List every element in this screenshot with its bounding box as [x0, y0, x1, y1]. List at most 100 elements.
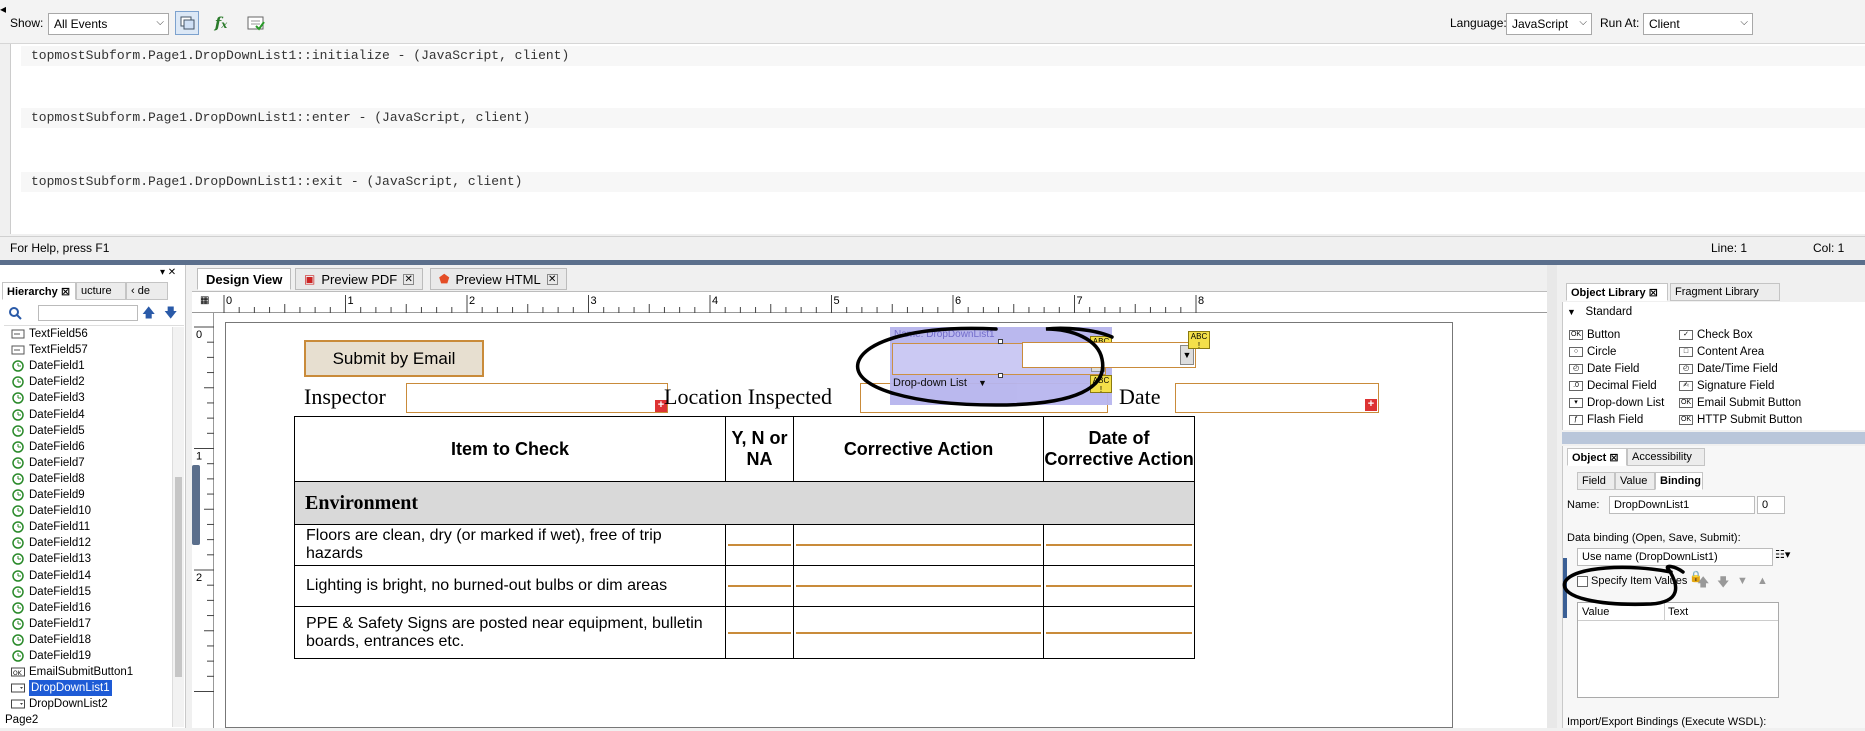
library-item[interactable]: ✓ Check Box	[1679, 326, 1753, 343]
tree-item[interactable]: DropDownList1	[10, 680, 112, 697]
panel-splitter[interactable]	[1562, 432, 1865, 444]
panel-menu-icon[interactable]: ▾ ✕	[160, 267, 176, 278]
inspection-table: Item to Check Y, N or NA Corrective Acti…	[294, 416, 1195, 659]
script-line-exit[interactable]: topmostSubform.Page1.DropDownList1::exit…	[21, 172, 1865, 192]
tree-item[interactable]: TextField57	[10, 342, 88, 358]
tab-fragment-library[interactable]: Fragment Library	[1670, 283, 1780, 301]
left-splitter-handle[interactable]	[192, 465, 200, 545]
library-item[interactable]: OK HTTP Submit Button	[1679, 411, 1802, 428]
tab-design-view[interactable]: Design View	[197, 268, 292, 290]
library-item[interactable]: ◴ Date Field	[1569, 360, 1639, 377]
close-icon[interactable]: ⊠	[1649, 287, 1658, 299]
multiline-view-button[interactable]	[175, 11, 199, 35]
close-icon[interactable]: ✕	[403, 273, 415, 285]
tree-item[interactable]: DateField17	[10, 616, 91, 632]
move-up-icon[interactable]: ▲	[1757, 575, 1768, 587]
arrow-down-icon[interactable]: 🡇	[1717, 573, 1729, 594]
date-cell[interactable]	[1043, 565, 1195, 607]
tab-accessibility[interactable]: Accessibility	[1627, 448, 1705, 466]
library-item[interactable]: ▾ Drop-down List	[1569, 394, 1664, 411]
script-editor[interactable]: topmostSubform.Page1.DropDownList1::init…	[10, 44, 1865, 234]
close-icon[interactable]: ✕	[546, 273, 558, 285]
tree-item[interactable]: DateField8	[10, 471, 85, 487]
corrective-action-cell[interactable]	[793, 524, 1044, 566]
language-select[interactable]: JavaScript ⌵	[1506, 13, 1592, 35]
tree-item[interactable]: DateField10	[10, 503, 91, 519]
tree-item[interactable]: DateField15	[10, 584, 91, 600]
ruler-unit-icon[interactable]: ▦	[200, 295, 209, 306]
ynna-cell[interactable]	[725, 606, 794, 659]
name-input[interactable]: DropDownList1	[1609, 496, 1755, 514]
tree-item[interactable]: OK EmailSubmitButton1	[10, 664, 133, 680]
library-item[interactable]: ◴ Date/Time Field	[1679, 360, 1778, 377]
ynna-cell[interactable]	[725, 524, 794, 566]
close-icon[interactable]: ⊠	[61, 286, 70, 298]
script-line-enter[interactable]: topmostSubform.Page1.DropDownList1::ente…	[21, 108, 1865, 128]
tree-item[interactable]: DateField18	[10, 632, 91, 648]
arrow-up-icon[interactable]: 🡅	[142, 304, 155, 326]
library-item[interactable]: ✍ Signature Field	[1679, 377, 1774, 394]
script-line-initialize[interactable]: topmostSubform.Page1.DropDownList1::init…	[21, 46, 1865, 66]
tab-object[interactable]: Object ⊠	[1567, 448, 1627, 466]
tree-item[interactable]: DateField11	[10, 519, 90, 535]
tab-data-view[interactable]: ‹ de	[126, 282, 168, 300]
tree-item[interactable]: DateField3	[10, 390, 85, 406]
name-index-input[interactable]: 0	[1757, 496, 1785, 514]
tree-item[interactable]: DateField13	[10, 551, 91, 567]
tab-hierarchy[interactable]: Hierarchy ⊠	[2, 282, 76, 300]
date-cell[interactable]	[1043, 606, 1195, 659]
hierarchy-search-input[interactable]	[38, 305, 138, 321]
check-syntax-button[interactable]	[244, 11, 268, 35]
library-item[interactable]: □ Content Area	[1679, 343, 1764, 360]
tree-item[interactable]: TextField56	[10, 326, 88, 342]
corrective-action-cell[interactable]	[793, 565, 1044, 607]
move-down-icon[interactable]: ▼	[1737, 575, 1748, 587]
subtab-value[interactable]: Value	[1615, 472, 1655, 490]
tree-item[interactable]: DropDownList2	[10, 696, 108, 712]
close-icon[interactable]: ⊠	[1609, 452, 1618, 464]
tree-item[interactable]: DateField9	[10, 487, 85, 503]
subtab-field[interactable]: Field	[1577, 472, 1615, 490]
dropdown-icon	[10, 682, 26, 694]
tree-item[interactable]: DateField14	[10, 568, 91, 584]
functions-button[interactable]: fx	[209, 11, 233, 35]
library-item[interactable]: .0 Decimal Field	[1569, 377, 1657, 394]
tree-item[interactable]: DateField12	[10, 535, 91, 551]
tab-preview-html[interactable]: ⬟ Preview HTML ✕	[430, 268, 567, 290]
date-field-icon	[10, 521, 26, 533]
binding-menu-icon[interactable]: ☷▾	[1775, 548, 1790, 561]
tab-object-library[interactable]: Object Library ⊠	[1566, 283, 1668, 301]
show-events-select[interactable]: All Events ⌵	[48, 13, 169, 35]
date-field-icon	[10, 376, 26, 389]
tree-item[interactable]: DateField4	[10, 407, 85, 423]
corrective-action-cell[interactable]	[793, 606, 1044, 659]
design-right-scrollbar[interactable]	[1547, 265, 1557, 728]
tab-structure[interactable]: ucture	[76, 282, 126, 300]
scrollbar-thumb[interactable]	[175, 477, 182, 677]
date-cell[interactable]	[1043, 524, 1195, 566]
hierarchy-scrollbar[interactable]	[172, 327, 184, 727]
item-values-table[interactable]: Value Text	[1577, 602, 1779, 698]
subtab-binding[interactable]: Binding	[1655, 472, 1703, 490]
date-field[interactable]: +	[1175, 383, 1379, 413]
run-at-select[interactable]: Client ⌵	[1643, 13, 1753, 35]
submit-by-email-button[interactable]: Submit by Email	[304, 340, 484, 377]
library-item[interactable]: ○ Circle	[1569, 343, 1616, 360]
tree-item[interactable]: DateField1	[10, 358, 85, 374]
inspector-field[interactable]: +	[406, 383, 668, 413]
library-item[interactable]: ƒ Flash Field	[1569, 411, 1643, 428]
library-item[interactable]: OK Button	[1569, 326, 1620, 343]
collapse-arrow-icon[interactable]: ◂	[0, 2, 6, 16]
library-item[interactable]: OK Email Submit Button	[1679, 394, 1801, 411]
tree-item[interactable]: DateField2	[10, 374, 85, 390]
tree-item[interactable]: DateField7	[10, 455, 85, 471]
ynna-cell[interactable]	[725, 565, 794, 607]
tree-item[interactable]: DateField19	[10, 648, 91, 664]
tree-item[interactable]: DateField6	[10, 439, 85, 455]
tree-item[interactable]: Page2	[2, 712, 38, 728]
standard-group[interactable]: ▼ Standard	[1567, 306, 1632, 318]
tree-item[interactable]: DateField5	[10, 423, 85, 439]
tab-preview-pdf[interactable]: ▣ Preview PDF ✕	[295, 268, 424, 290]
arrow-down-icon[interactable]: 🡇	[164, 304, 177, 326]
tree-item[interactable]: DateField16	[10, 600, 91, 616]
